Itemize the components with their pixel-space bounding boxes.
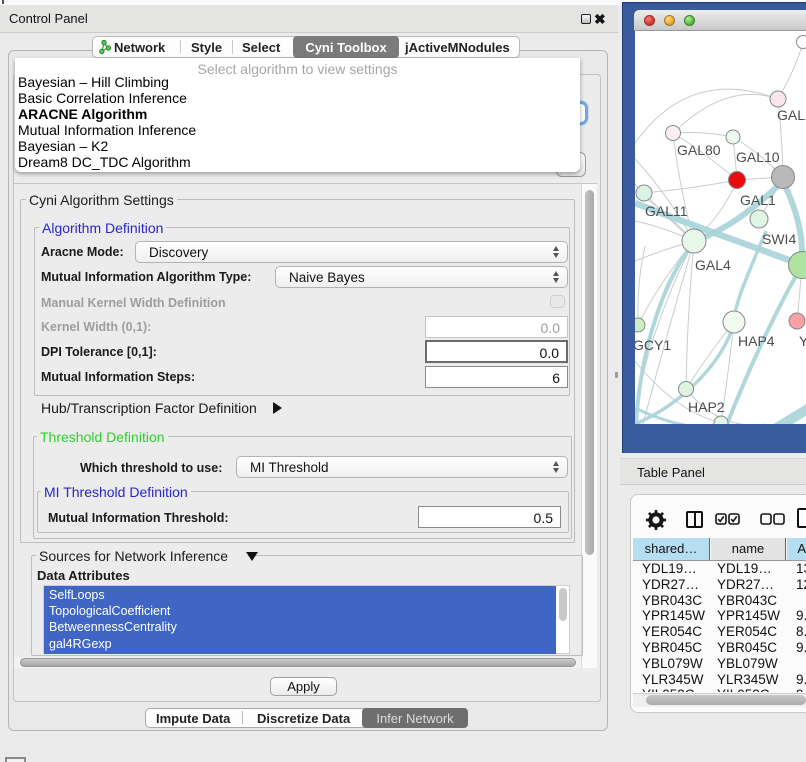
svg-text:GAL4: GAL4 [695, 257, 731, 273]
svg-text:GCY1: GCY1 [635, 337, 671, 353]
svg-text:GAL2: GAL2 [777, 107, 806, 123]
svg-text:GAL1: GAL1 [740, 192, 776, 208]
svg-text:Y: Y [799, 333, 806, 349]
svg-text:GAL10: GAL10 [736, 149, 780, 165]
svg-text:SWI4: SWI4 [762, 231, 796, 247]
svg-text:HAP2: HAP2 [688, 399, 725, 415]
svg-text:GAL80: GAL80 [677, 142, 721, 158]
svg-text:GAL11: GAL11 [645, 203, 688, 219]
svg-text:HAP4: HAP4 [738, 333, 775, 349]
